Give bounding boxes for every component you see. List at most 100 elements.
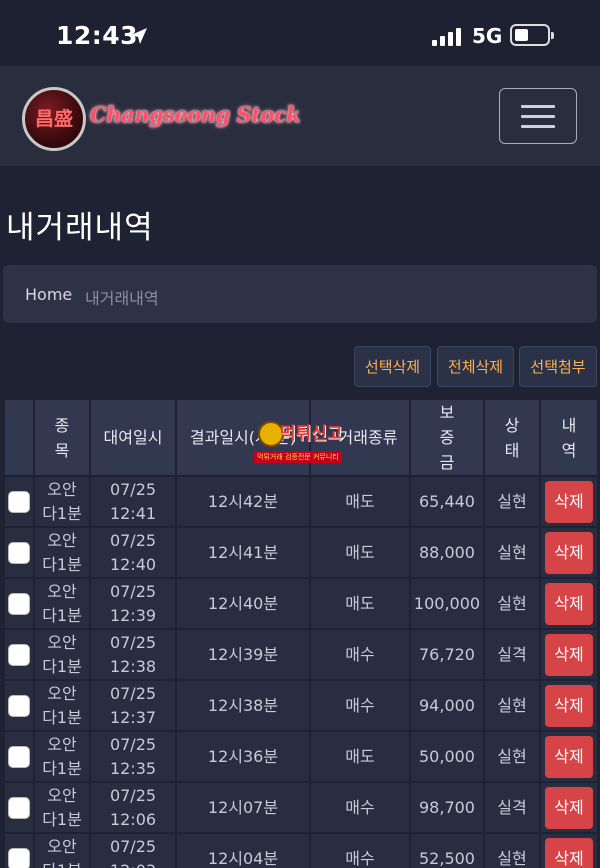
col-header-rent-time: 대여일시 bbox=[89, 398, 177, 477]
row-select-checkbox[interactable] bbox=[8, 593, 30, 615]
trade-type-cell: 매수 bbox=[309, 679, 411, 732]
delete-all-button[interactable]: 전체삭제 bbox=[437, 346, 514, 387]
table-row: 오안다1분 07/25 12:41 12시42분 매도 65,440 실현 삭제 bbox=[3, 475, 599, 528]
table-row: 오안다1분 07/25 12:40 12시41분 매도 88,000 실현 삭제 bbox=[3, 526, 599, 579]
col-header-item: 종목 bbox=[33, 398, 91, 477]
status-cell: 실격 bbox=[483, 781, 541, 834]
logo-emblem[interactable]: 昌盛 bbox=[22, 87, 86, 151]
rent-time: 12:40 bbox=[109, 554, 157, 574]
trade-type-cell: 매수 bbox=[309, 781, 411, 834]
rent-time-cell: 07/25 12:35 bbox=[89, 730, 177, 783]
status-cell: 실현 bbox=[483, 679, 541, 732]
result-time-cell: 12시36분 bbox=[175, 730, 311, 783]
location-arrow-icon bbox=[131, 28, 147, 44]
rent-time: 12:39 bbox=[109, 605, 157, 625]
deposit-cell: 52,500 bbox=[409, 832, 485, 868]
delete-row-button[interactable]: 삭제 bbox=[545, 531, 593, 574]
result-time-cell: 12시40분 bbox=[175, 577, 311, 630]
item-cell: 오안다1분 bbox=[33, 577, 91, 630]
item-cell: 오안다1분 bbox=[33, 526, 91, 579]
breadcrumb-home-link[interactable]: Home bbox=[25, 285, 72, 304]
delete-row-button[interactable]: 삭제 bbox=[545, 633, 593, 676]
rent-date: 07/25 bbox=[109, 479, 157, 499]
community-watermark: 먹튀신고 먹튀거래 검증전문 커뮤니티 bbox=[252, 417, 352, 477]
row-select-checkbox[interactable] bbox=[8, 848, 30, 868]
table-row: 오안다1분 07/25 12:35 12시36분 매도 50,000 실현 삭제 bbox=[3, 730, 599, 783]
history-cell: 삭제 bbox=[539, 577, 599, 630]
delete-row-button[interactable]: 삭제 bbox=[545, 735, 593, 778]
rent-time-cell: 07/25 12:03 bbox=[89, 832, 177, 868]
delete-selected-button[interactable]: 선택삭제 bbox=[354, 346, 431, 387]
rent-time-cell: 07/25 12:06 bbox=[89, 781, 177, 834]
col-header-checkbox bbox=[3, 398, 35, 477]
row-select-checkbox[interactable] bbox=[8, 695, 30, 717]
row-select-checkbox[interactable] bbox=[8, 644, 30, 666]
rent-time-cell: 07/25 12:41 bbox=[89, 475, 177, 528]
logo-mark: 昌盛 bbox=[34, 108, 73, 130]
row-select-cell bbox=[3, 577, 35, 630]
status-bar: 12:43 5G bbox=[0, 0, 600, 66]
delete-row-button[interactable]: 삭제 bbox=[545, 480, 593, 523]
result-time-cell: 12시07분 bbox=[175, 781, 311, 834]
breadcrumb-current: 내거래내역 bbox=[85, 289, 159, 308]
deposit-cell: 98,700 bbox=[409, 781, 485, 834]
row-select-checkbox[interactable] bbox=[8, 746, 30, 768]
delete-row-button[interactable]: 삭제 bbox=[545, 786, 593, 829]
status-cell: 실현 bbox=[483, 475, 541, 528]
row-select-checkbox[interactable] bbox=[8, 542, 30, 564]
rent-time-cell: 07/25 12:37 bbox=[89, 679, 177, 732]
col-header-history: 내역 bbox=[539, 398, 599, 477]
row-select-cell bbox=[3, 679, 35, 732]
delete-row-button[interactable]: 삭제 bbox=[545, 837, 593, 868]
trade-type-cell: 매수 bbox=[309, 832, 411, 868]
item-cell: 오안다1분 bbox=[33, 730, 91, 783]
rent-time: 12:41 bbox=[109, 503, 157, 523]
result-time-cell: 12시42분 bbox=[175, 475, 311, 528]
rent-date: 07/25 bbox=[109, 734, 157, 754]
status-cell: 실격 bbox=[483, 628, 541, 681]
rent-time-cell: 07/25 12:38 bbox=[89, 628, 177, 681]
row-select-cell bbox=[3, 526, 35, 579]
delete-row-button[interactable]: 삭제 bbox=[545, 582, 593, 625]
result-time-cell: 12시39분 bbox=[175, 628, 311, 681]
menu-toggle-button[interactable] bbox=[499, 88, 577, 144]
history-cell: 삭제 bbox=[539, 475, 599, 528]
history-cell: 삭제 bbox=[539, 832, 599, 868]
deposit-cell: 88,000 bbox=[409, 526, 485, 579]
rent-time: 12:37 bbox=[109, 707, 157, 727]
row-select-checkbox[interactable] bbox=[8, 797, 30, 819]
trade-type-cell: 매도 bbox=[309, 577, 411, 630]
logo-text[interactable]: Changseong Stock bbox=[90, 102, 301, 127]
rent-date: 07/25 bbox=[109, 530, 157, 550]
table-row: 오안다1분 07/25 12:37 12시38분 매수 94,000 실현 삭제 bbox=[3, 679, 599, 732]
row-select-checkbox[interactable] bbox=[8, 491, 30, 513]
table-row: 오안다1분 07/25 12:03 12시04분매수52,500실현삭제 bbox=[3, 832, 599, 868]
watermark-title: 먹튀신고 bbox=[280, 424, 343, 444]
rent-date: 07/25 bbox=[109, 632, 157, 652]
rent-time: 12:06 bbox=[109, 809, 157, 829]
deposit-cell: 100,000 bbox=[409, 577, 485, 630]
rent-time-cell: 07/25 12:39 bbox=[89, 577, 177, 630]
rent-date: 07/25 bbox=[109, 785, 157, 805]
deposit-cell: 94,000 bbox=[409, 679, 485, 732]
delete-row-button[interactable]: 삭제 bbox=[545, 684, 593, 727]
rent-date: 07/25 bbox=[109, 683, 157, 703]
trade-type-cell: 매도 bbox=[309, 475, 411, 528]
history-cell: 삭제 bbox=[539, 628, 599, 681]
status-time: 12:43 bbox=[56, 21, 139, 50]
attach-selected-button[interactable]: 선택첨부 bbox=[519, 346, 597, 387]
table-row: 오안다1분 07/25 12:06 12시07분 매수 98,700 실격 삭제 bbox=[3, 781, 599, 834]
trade-type-cell: 매도 bbox=[309, 730, 411, 783]
row-select-cell bbox=[3, 832, 35, 868]
status-cell: 실현 bbox=[483, 577, 541, 630]
rent-time: 12:35 bbox=[109, 758, 157, 778]
trade-type-cell: 매수 bbox=[309, 628, 411, 681]
trade-type-cell: 매도 bbox=[309, 526, 411, 579]
battery-icon bbox=[510, 24, 554, 46]
cellular-signal-icon bbox=[432, 28, 462, 46]
history-cell: 삭제 bbox=[539, 679, 599, 732]
item-cell: 오안다1분 bbox=[33, 832, 91, 868]
history-cell: 삭제 bbox=[539, 730, 599, 783]
rent-time: 12:03 bbox=[110, 861, 156, 868]
page-title: 내거래내역 bbox=[6, 210, 154, 246]
